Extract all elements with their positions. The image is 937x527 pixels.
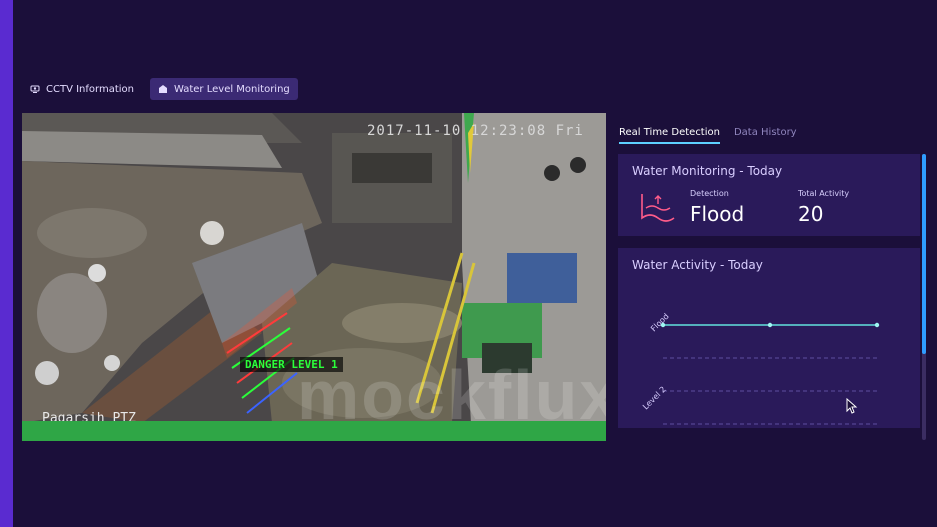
mouse-cursor-icon: [846, 398, 858, 414]
detection-value: Flood: [690, 202, 745, 226]
tab-water-level-label: Water Level Monitoring: [173, 83, 290, 95]
danger-level-label: DANGER LEVEL 1: [240, 357, 343, 372]
water-level-icon: [158, 85, 167, 93]
water-monitoring-card: Water Monitoring - Today Detection Flood…: [618, 154, 920, 236]
camera-timestamp: 2017-11-10 12:23:08 Fri: [367, 123, 584, 139]
tab-cctv-label: CCTV Information: [46, 83, 134, 95]
flood-wave-icon: [641, 194, 675, 222]
tab-water-level-monitoring[interactable]: Water Level Monitoring: [149, 78, 298, 100]
top-tab-bar: CCTV Information Water Level Monitoring: [22, 78, 298, 100]
water-activity-title: Water Activity - Today: [632, 258, 763, 272]
cctv-video-feed[interactable]: mockflux 2017-11-10 12:23:08 Fri DANGER …: [22, 113, 606, 441]
water-activity-card: Water Activity - Today Flood Level 2: [618, 248, 920, 428]
tab-real-time-detection[interactable]: Real Time Detection: [619, 127, 720, 144]
panel-scrollbar[interactable]: [922, 154, 926, 440]
level-label-2: Level 2: [641, 385, 668, 412]
tab-data-history[interactable]: Data History: [734, 127, 797, 144]
detection-tabs: Real Time Detection Data History: [619, 127, 797, 144]
cctv-icon: [30, 85, 40, 93]
scrollbar-thumb[interactable]: [922, 154, 926, 354]
tab-cctv-information[interactable]: CCTV Information: [22, 78, 142, 100]
flood-point: [874, 322, 880, 328]
water-activity-chart: Flood Level 2: [641, 312, 880, 425]
flood-point: [660, 322, 666, 328]
camera-status-bar: [22, 421, 606, 441]
detection-label: Detection: [690, 189, 729, 198]
left-accent-strip: [0, 0, 13, 527]
level-label-flood: Flood: [649, 312, 671, 334]
total-activity-value: 20: [798, 202, 824, 226]
flood-point: [767, 322, 773, 328]
total-activity-label: Total Activity: [798, 189, 850, 198]
water-monitoring-title: Water Monitoring - Today: [632, 164, 783, 178]
